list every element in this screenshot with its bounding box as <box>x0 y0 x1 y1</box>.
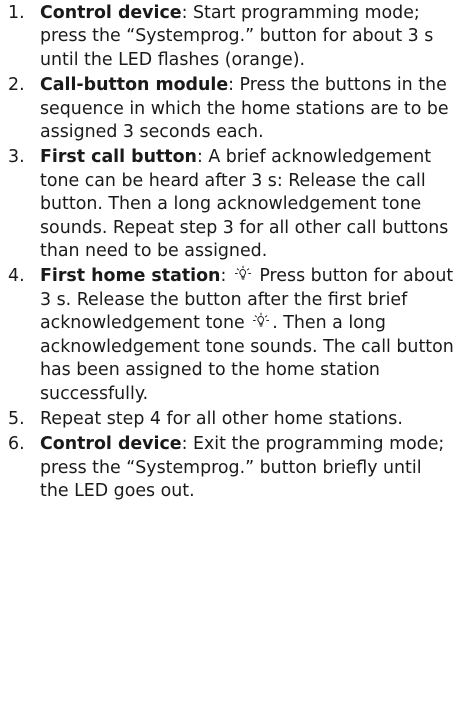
step-3: 3. First call button: A brief acknowledg… <box>0 146 462 263</box>
step-lead: Control device <box>40 434 182 455</box>
lightbulb-icon <box>234 265 252 283</box>
step-6: 6. Control device: Exit the programming … <box>0 433 462 503</box>
instruction-list: 1. Control device: Start programming mod… <box>0 2 462 506</box>
step-lead: First home station <box>40 266 221 287</box>
step-lead: Control device <box>40 3 182 23</box>
step-text: Repeat step 4 for all other home station… <box>40 408 403 429</box>
step-text: : <box>220 266 232 287</box>
step-number: 1. <box>8 3 25 23</box>
step-number: 2. <box>8 75 25 96</box>
step-number: 4. <box>8 266 25 287</box>
step-lead: Call-button module <box>40 75 229 96</box>
step-number: 5. <box>8 408 25 429</box>
step-1: 1. Control device: Start programming mod… <box>0 2 462 72</box>
step-4: 4. First home station: Press button for … <box>0 265 462 405</box>
step-number: 3. <box>8 147 25 168</box>
lightbulb-icon <box>252 312 270 330</box>
step-lead: First call button <box>40 147 197 168</box>
step-number: 6. <box>8 434 25 455</box>
step-5: 5. Repeat step 4 for all other home stat… <box>0 408 462 431</box>
step-2: 2. Call-button module: Press the buttons… <box>0 74 462 144</box>
